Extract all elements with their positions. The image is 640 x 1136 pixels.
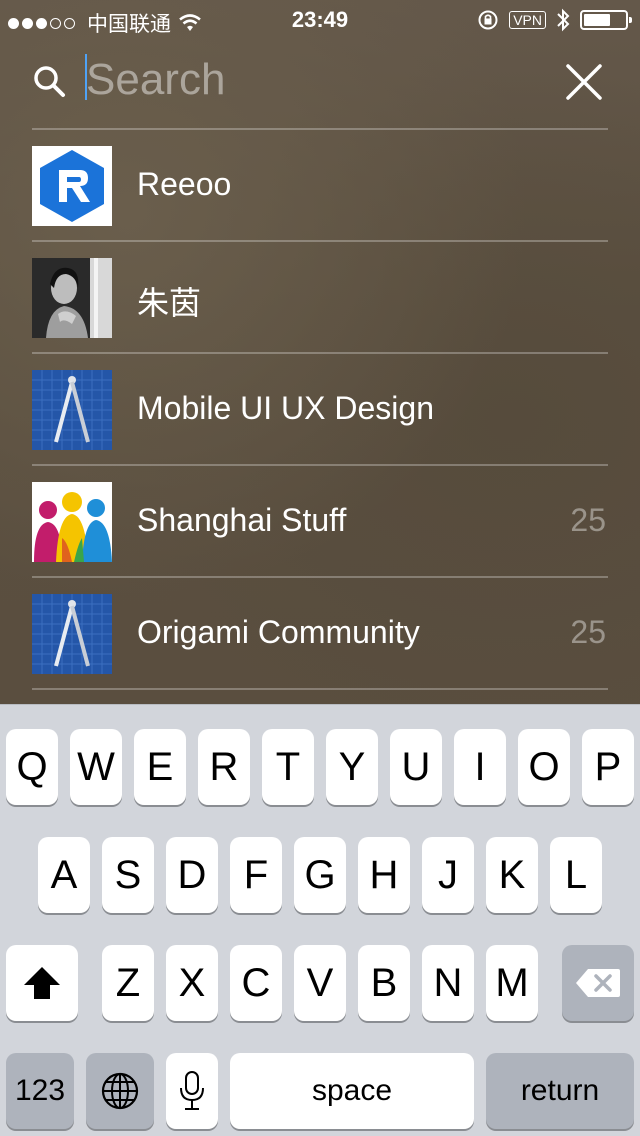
shift-key[interactable] (6, 945, 78, 1021)
item-count: 25 (570, 614, 606, 650)
key-m[interactable]: M (486, 945, 538, 1021)
key-h[interactable]: H (358, 837, 410, 913)
delete-key[interactable] (562, 945, 634, 1021)
backspace-icon (576, 969, 620, 997)
key-g[interactable]: G (294, 837, 346, 913)
microphone-key[interactable] (166, 1053, 218, 1129)
key-v[interactable]: V (294, 945, 346, 1021)
keyboard: Q W E R T Y U I O P A S D F G H J K L Z … (0, 704, 640, 1136)
bluetooth-icon (557, 8, 570, 32)
shift-arrow-icon (24, 967, 60, 999)
key-o[interactable]: O (518, 729, 570, 805)
key-n[interactable]: N (422, 945, 474, 1021)
globe-icon (101, 1072, 139, 1110)
key-e[interactable]: E (134, 729, 186, 805)
space-key[interactable]: space (230, 1053, 474, 1129)
numbers-key[interactable]: 123 (6, 1053, 74, 1129)
item-label: Reeoo (137, 166, 232, 202)
item-count: 25 (570, 502, 606, 538)
key-y[interactable]: Y (326, 729, 378, 805)
search-icon (34, 66, 65, 97)
battery-level (584, 14, 610, 26)
list-item[interactable]: Reeoo (0, 130, 640, 242)
key-i[interactable]: I (454, 729, 506, 805)
key-d[interactable]: D (166, 837, 218, 913)
key-c[interactable]: C (230, 945, 282, 1021)
key-s[interactable]: S (102, 837, 154, 913)
key-a[interactable]: A (38, 837, 90, 913)
key-x[interactable]: X (166, 945, 218, 1021)
list-item[interactable]: 朱茵 (0, 242, 640, 354)
item-label: Shanghai Stuff (137, 502, 347, 538)
status-right: VPN (477, 8, 632, 32)
compass-blueprint-icon (32, 370, 112, 450)
vpn-badge: VPN (509, 11, 546, 29)
globe-key[interactable] (86, 1053, 154, 1129)
key-u[interactable]: U (390, 729, 442, 805)
key-b[interactable]: B (358, 945, 410, 1021)
people-silhouettes-icon (32, 482, 112, 562)
list-item[interactable]: Shanghai Stuff 25 (0, 466, 640, 578)
key-q[interactable]: Q (6, 729, 58, 805)
key-r[interactable]: R (198, 729, 250, 805)
key-j[interactable]: J (422, 837, 474, 913)
status-bar: 中国联通 23:49 VPN (0, 0, 640, 40)
list-item[interactable]: Mobile UI UX Design (0, 354, 640, 466)
microphone-icon (180, 1071, 204, 1110)
item-label: Origami Community (137, 614, 420, 650)
key-p[interactable]: P (582, 729, 634, 805)
key-w[interactable]: W (70, 729, 122, 805)
search-input[interactable] (86, 50, 526, 110)
return-key[interactable]: return (486, 1053, 634, 1129)
key-k[interactable]: K (486, 837, 538, 913)
close-icon[interactable] (562, 60, 606, 104)
battery-icon (580, 10, 632, 30)
item-label: 朱茵 (137, 285, 202, 321)
search-bar (0, 44, 640, 128)
key-f[interactable]: F (230, 837, 282, 913)
item-label: Mobile UI UX Design (137, 390, 434, 426)
person-photo-icon (32, 258, 112, 338)
key-z[interactable]: Z (102, 945, 154, 1021)
reeoo-logo-icon (32, 146, 112, 226)
rotation-lock-icon (478, 10, 498, 30)
key-l[interactable]: L (550, 837, 602, 913)
key-t[interactable]: T (262, 729, 314, 805)
row-divider (32, 688, 608, 690)
list-item[interactable]: Origami Community 25 (0, 578, 640, 690)
compass-blueprint-icon (32, 594, 112, 674)
